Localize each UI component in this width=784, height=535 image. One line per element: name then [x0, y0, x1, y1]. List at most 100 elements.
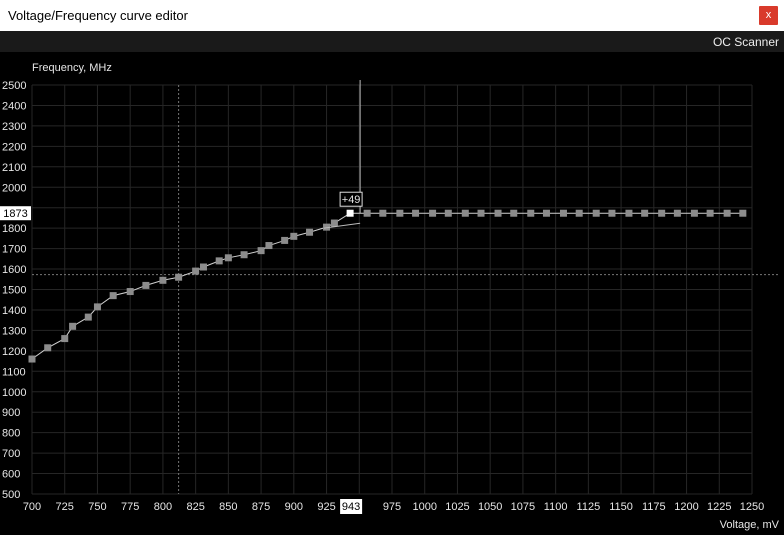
curve-point[interactable]	[28, 355, 36, 363]
y-tick-label: 2300	[2, 121, 26, 133]
curve-point[interactable]	[379, 209, 387, 217]
y-tick-label: 700	[2, 448, 20, 460]
y-tick-label: 2100	[2, 162, 26, 174]
y-tick-label: 1300	[2, 325, 26, 337]
curve-point[interactable]	[192, 267, 200, 275]
curve-point[interactable]	[306, 228, 314, 236]
curve-point[interactable]	[641, 209, 649, 217]
title-bar: Voltage/Frequency curve editor x	[0, 0, 784, 31]
y-tick-label: 1100	[2, 366, 26, 378]
y-tick-label: 1600	[2, 264, 26, 276]
vf-curve-chart[interactable]: 500 600 700 800 900 1000 1100 1200 1300 1400 1500 1…	[0, 52, 784, 535]
curve-point[interactable]	[510, 209, 518, 217]
curve-point[interactable]	[69, 322, 77, 330]
curve-point[interactable]	[723, 209, 731, 217]
curve-point[interactable]	[257, 247, 265, 255]
curve-point[interactable]	[61, 335, 69, 343]
x-tick-label: 1075	[511, 501, 535, 513]
curve-point[interactable]	[739, 209, 747, 217]
curve-point[interactable]	[290, 232, 298, 240]
curve-point[interactable]	[159, 276, 167, 284]
x-tick-label: 825	[186, 501, 204, 513]
curve-point[interactable]	[608, 209, 616, 217]
y-tick-label: 2500	[2, 80, 26, 92]
x-tick-label: 975	[383, 501, 401, 513]
y-axis-label: Frequency, MHz	[32, 62, 112, 74]
curve-point[interactable]	[542, 209, 550, 217]
curve-point[interactable]	[199, 263, 207, 271]
oc-scanner-button[interactable]: OC Scanner	[713, 35, 779, 49]
curve-point[interactable]	[175, 273, 183, 281]
curve-point[interactable]	[281, 236, 289, 244]
y-tick-label: 900	[2, 407, 20, 419]
x-tick-label: 1250	[740, 501, 764, 513]
y-tick-label: 600	[2, 469, 20, 481]
y-tick-label: 800	[2, 428, 20, 440]
curve-point[interactable]	[429, 209, 437, 217]
y-tick-label: 1200	[2, 346, 26, 358]
x-tick-label: 750	[88, 501, 106, 513]
offset-label: +49	[342, 194, 361, 206]
close-button[interactable]: x	[759, 6, 778, 25]
curve-point[interactable]	[363, 209, 371, 217]
curve-point[interactable]	[265, 242, 273, 250]
x-tick-label: 1000	[412, 501, 436, 513]
y-tick-label: 1400	[2, 305, 26, 317]
selected-point[interactable]	[346, 209, 354, 217]
x-tick-label: 850	[219, 501, 237, 513]
curve-point[interactable]	[93, 303, 101, 311]
x-axis-label: Voltage, mV	[720, 519, 780, 531]
curve-point[interactable]	[559, 209, 567, 217]
x-tick-label: 1175	[642, 501, 666, 513]
y-tick-label: 500	[2, 489, 20, 501]
curve-point[interactable]	[444, 209, 452, 217]
curve-point[interactable]	[461, 209, 469, 217]
curve-point[interactable]	[126, 288, 134, 296]
x-tick-label: 1050	[478, 501, 502, 513]
curve-point[interactable]	[477, 209, 485, 217]
curve-point[interactable]	[673, 209, 681, 217]
curve-point[interactable]	[224, 254, 232, 262]
selected-frequency-label: 1873	[3, 208, 27, 220]
x-tick-label: 1025	[445, 501, 469, 513]
curve-point[interactable]	[527, 209, 535, 217]
x-tick-label: 925	[317, 501, 335, 513]
x-tick-label: 1200	[674, 501, 698, 513]
y-tick-label: 1800	[2, 223, 26, 235]
x-tick-labels: 700 725 750 775 800 825 850 875 900 925 975 1000 102…	[23, 501, 764, 513]
curve-point[interactable]	[494, 209, 502, 217]
x-tick-label: 875	[252, 501, 270, 513]
x-tick-label: 725	[56, 501, 74, 513]
curve-point[interactable]	[240, 251, 248, 259]
curve-point[interactable]	[109, 292, 117, 300]
curve-point[interactable]	[575, 209, 583, 217]
curve-point[interactable]	[706, 209, 714, 217]
curve-point[interactable]	[592, 209, 600, 217]
curve-point[interactable]	[330, 219, 338, 227]
x-tick-label: 1225	[707, 501, 731, 513]
x-tick-label: 800	[154, 501, 172, 513]
curve-point[interactable]	[690, 209, 698, 217]
curve-point[interactable]	[625, 209, 633, 217]
x-tick-label: 1125	[577, 501, 601, 513]
toolbar: OC Scanner	[0, 31, 784, 53]
curve-point[interactable]	[412, 209, 420, 217]
curve-point[interactable]	[396, 209, 404, 217]
window-title: Voltage/Frequency curve editor	[8, 8, 188, 23]
x-tick-label: 1100	[544, 501, 568, 513]
y-tick-label: 1500	[2, 285, 26, 297]
curve-point[interactable]	[44, 344, 52, 352]
y-tick-label: 2000	[2, 182, 26, 194]
curve-point[interactable]	[658, 209, 666, 217]
x-tick-label: 700	[23, 501, 41, 513]
selected-voltage-label: 943	[342, 501, 360, 513]
curve-point[interactable]	[215, 257, 223, 265]
y-tick-label: 1700	[2, 244, 26, 256]
y-tick-label: 2200	[2, 141, 26, 153]
curve-point[interactable]	[84, 313, 92, 321]
grid	[31, 84, 753, 495]
curve-point[interactable]	[142, 281, 150, 289]
y-tick-label: 2400	[2, 100, 26, 112]
x-tick-label: 1150	[609, 501, 633, 513]
y-tick-label: 1000	[2, 387, 26, 399]
